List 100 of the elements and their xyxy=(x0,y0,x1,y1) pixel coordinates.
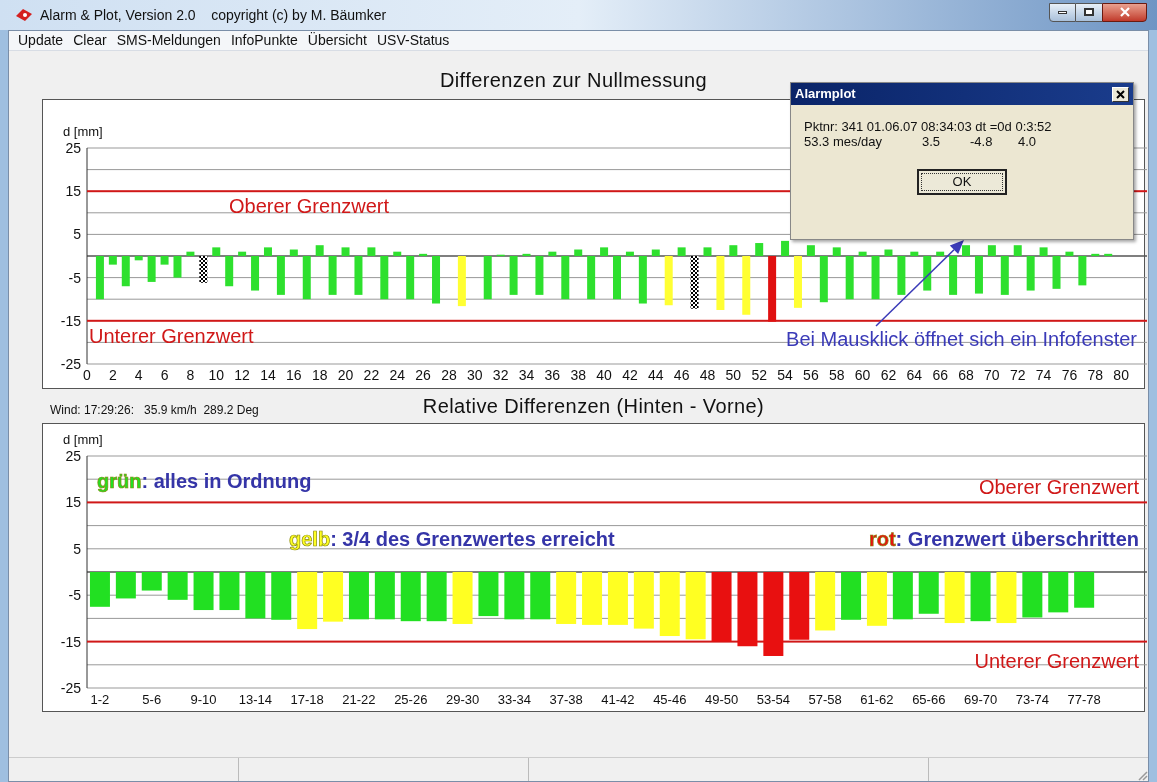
dialog-value: 53.3 mes/day xyxy=(804,134,884,149)
maximize-button[interactable] xyxy=(1076,2,1102,22)
tick-label: 40 xyxy=(596,367,612,383)
ok-button[interactable]: OK xyxy=(917,169,1007,195)
tick-label: -25 xyxy=(60,356,81,372)
tick-label: 76 xyxy=(1061,367,1078,383)
tick-label: 37-38 xyxy=(549,692,583,707)
dialog-value: -4.8 xyxy=(970,134,994,149)
menu-item[interactable]: USV-Status xyxy=(372,30,455,51)
menu-item[interactable]: Update xyxy=(13,30,69,51)
wind-reading: Wind: 17:29:26: 35.9 km/h 289.2 Deg xyxy=(49,402,260,419)
app-icon xyxy=(14,7,34,23)
tick-label: 13-14 xyxy=(238,692,272,707)
tick-label: 21-22 xyxy=(342,692,376,707)
tick-label: 17-18 xyxy=(290,692,324,707)
tick-label: 64 xyxy=(906,367,923,383)
tick-label: 30 xyxy=(467,367,483,383)
tick-label: 80 xyxy=(1113,367,1129,383)
tick-label: 25 xyxy=(65,448,81,464)
close-button[interactable] xyxy=(1102,2,1147,22)
tick-label: 61-62 xyxy=(860,692,894,707)
tick-label: 41-42 xyxy=(601,692,635,707)
axis-label: d [mm] xyxy=(63,124,103,139)
tick-label: 10 xyxy=(208,367,225,383)
tick-label: 65-66 xyxy=(912,692,946,707)
legend-label: rot: Grenzwert überschritten xyxy=(868,528,1139,550)
tick-label: 78 xyxy=(1087,367,1104,383)
tick-label: 26 xyxy=(415,367,431,383)
tick-label: 44 xyxy=(648,367,664,383)
axis-label: d [mm] xyxy=(63,432,103,447)
tick-label: 2 xyxy=(108,367,117,383)
menu-item[interactable]: SMS-Meldungen xyxy=(111,30,226,51)
tick-label: 1-2 xyxy=(90,692,110,707)
tick-label: 4 xyxy=(134,367,143,383)
tick-label: 62 xyxy=(880,367,897,383)
minimize-button[interactable] xyxy=(1049,2,1076,22)
tick-label: 36 xyxy=(544,367,561,383)
tick-label: -5 xyxy=(68,587,81,604)
dialog-text: Pktnr: 341 01.06.07 08:34:03 dt =0d 0:3:52 xyxy=(804,119,1053,134)
tick-label: 45-46 xyxy=(653,692,687,707)
tick-label: 25 xyxy=(65,140,81,156)
tick-label: 34 xyxy=(518,367,535,383)
tick-label: 38 xyxy=(570,367,586,383)
bar[interactable] xyxy=(923,256,932,291)
close-icon xyxy=(1116,89,1125,99)
dialog-title: Alarmplot xyxy=(795,85,856,104)
tick-label: 54 xyxy=(777,367,793,383)
tick-label: 68 xyxy=(958,367,974,383)
tick-label: 24 xyxy=(389,367,406,383)
tick-label: 58 xyxy=(828,367,845,383)
tick-label: 18 xyxy=(311,367,328,383)
tick-label: 14 xyxy=(260,367,276,383)
limit-label: Unterer Grenzwert xyxy=(89,324,254,347)
tick-label: 8 xyxy=(186,367,195,383)
chart-title: Differenzen zur Nullmessung xyxy=(439,68,708,93)
bar[interactable] xyxy=(199,256,208,283)
tick-label: 53-54 xyxy=(756,692,790,707)
tick-label: 46 xyxy=(673,367,690,383)
tick-label: 15 xyxy=(65,494,81,511)
legend-label: grün: alles in Ordnung xyxy=(97,470,312,492)
window-title: Alarm & Plot, Version 2.0 copyright (c) by M. Bäumker xyxy=(40,5,387,25)
tick-label: -5 xyxy=(68,269,81,286)
tick-label: 77-78 xyxy=(1067,692,1101,707)
limit-label: Unterer Grenzwert xyxy=(974,649,1139,672)
menu-item[interactable]: InfoPunkte xyxy=(225,30,303,51)
tick-label: 12 xyxy=(234,367,250,383)
tick-label: 72 xyxy=(1009,367,1026,383)
tick-label: 32 xyxy=(492,367,509,383)
limit-label: Oberer Grenzwert xyxy=(229,195,390,218)
tick-label: 5 xyxy=(73,226,81,243)
tick-label: 70 xyxy=(984,367,1000,383)
tick-label: 42 xyxy=(622,367,638,383)
tick-label: 29-30 xyxy=(445,692,480,707)
tick-label: 52 xyxy=(751,367,767,383)
tick-label: -15 xyxy=(60,633,81,650)
menu-item[interactable]: Übersicht xyxy=(302,30,372,51)
limit-label: Oberer Grenzwert xyxy=(978,476,1139,499)
bar[interactable] xyxy=(690,256,699,309)
dialog-value: 3.5 xyxy=(922,134,942,149)
menu-item[interactable]: Clear xyxy=(68,30,112,51)
tick-label: 20 xyxy=(337,367,354,383)
close-icon xyxy=(1119,7,1130,17)
tick-label: 22 xyxy=(363,367,380,383)
tick-label: 0 xyxy=(83,367,91,383)
legend-label: gelb: 3/4 des Grenzwertes erreicht xyxy=(289,528,615,550)
resize-grip-icon[interactable] xyxy=(1136,769,1148,781)
tick-label: 9-10 xyxy=(190,692,217,707)
tick-label: 74 xyxy=(1035,367,1052,383)
tick-label: 73-74 xyxy=(1015,692,1049,707)
tick-label: -25 xyxy=(60,680,81,696)
tick-label: 5-6 xyxy=(142,692,162,707)
chart-title: Relative Differenzen (Hinten - Vorne) xyxy=(422,394,765,419)
tick-label: 6 xyxy=(160,367,169,383)
tick-label: 60 xyxy=(854,367,871,383)
tick-label: 48 xyxy=(699,367,716,383)
tick-label: 69-70 xyxy=(963,692,998,707)
tick-label: 49-50 xyxy=(704,692,739,707)
tick-label: 56 xyxy=(803,367,819,383)
tick-label: 15 xyxy=(65,183,81,200)
hint-label: Bei Mausklick öffnet sich ein Infofenster xyxy=(786,328,1137,350)
